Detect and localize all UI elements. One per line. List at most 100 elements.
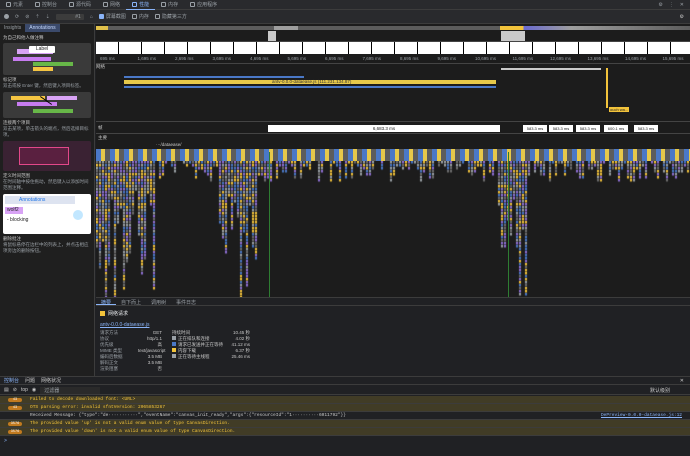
console-prompt-icon[interactable]: > xyxy=(4,438,7,444)
ruler-tick: 10,695 ms xyxy=(475,56,497,61)
tab-network[interactable]: 网络 xyxy=(97,0,126,10)
summary-panel: 摘要 自下而上 调用树 事件日志 网络请求 antv-0.0.0-dataeas… xyxy=(96,297,690,376)
count-badge: 3576 xyxy=(8,430,22,434)
card3-desc: 在时间轴中按住拖动，然后键入以添加时间范围注释。 xyxy=(3,179,89,190)
ruler-tick: 4,695 ms xyxy=(250,56,269,61)
gear-icon[interactable]: ⚙ xyxy=(658,2,662,8)
ruler-tick: 7,695 ms xyxy=(362,56,382,61)
checkbox-icon xyxy=(131,14,137,19)
connect-illustration xyxy=(3,92,91,118)
delete-icon xyxy=(73,210,83,220)
tab-performance[interactable]: 性能 xyxy=(126,0,156,10)
download-button[interactable]: ⇣ xyxy=(46,14,50,20)
frame-segment[interactable]: 600.1 ms xyxy=(604,125,628,132)
memory-toggle[interactable]: 内存 xyxy=(131,13,149,20)
network-track[interactable]: 网络 antv-0.0.0-dataease.js (111.231.134.8… xyxy=(96,64,690,122)
console-row[interactable]: 3576 The provided value 'up' is not a val… xyxy=(0,420,690,428)
tab-console-drawer[interactable]: 控制台 xyxy=(4,377,19,384)
recording-select[interactable]: #1 xyxy=(55,13,84,20)
flame-chart[interactable] xyxy=(96,161,690,311)
tab-application[interactable]: 应用程序 xyxy=(184,0,223,10)
ruler-tick: 5,695 ms xyxy=(287,56,307,61)
memory-icon xyxy=(161,2,167,7)
tab-insights[interactable]: Insights xyxy=(0,24,25,32)
screenshots-toggle[interactable]: 屏幕截图 xyxy=(98,13,126,20)
annotations-list-illustration: Annotations wolf2 - blocking xyxy=(3,194,91,234)
console-row[interactable]: 43 Failed to decode downloaded font: <URL… xyxy=(0,396,690,404)
filter-input[interactable]: 过滤器 xyxy=(40,386,101,394)
tab-summary[interactable]: 摘要 xyxy=(96,298,117,306)
time-ruler: 695 ms 1,695 ms 2,695 ms 3,695 ms 4,695 ms 5,… xyxy=(96,54,690,64)
console-row[interactable]: 43 OTS parsing error: invalid sfntVersion… xyxy=(0,404,690,412)
tab-call-tree[interactable]: 调用树 xyxy=(146,298,171,306)
performance-icon xyxy=(132,1,138,7)
request-file-link[interactable]: antv-0.0.0-dataease.js xyxy=(100,322,149,328)
ruler-tick: 11,695 ms xyxy=(512,56,534,61)
log-level-select[interactable]: 默认级别 xyxy=(650,387,690,394)
application-icon xyxy=(190,2,196,7)
summary-prop-values: GET http/1.1 高 text/javascript 3.5 MB 3.5 MB 否 xyxy=(138,330,166,371)
frame-segment[interactable]: 583.3 ms xyxy=(549,125,573,132)
tab-annotations[interactable]: Annotations xyxy=(25,24,60,32)
card4-desc: 将鼠标悬停在边栏中的列表上，并点击相应项旁边的删除按钮。 xyxy=(3,242,89,253)
count-badge: 43 xyxy=(8,406,22,410)
frames-label: 帧 xyxy=(98,125,103,130)
tab-bottom-up[interactable]: 自下而上 xyxy=(116,298,146,306)
checkbox-icon xyxy=(98,14,104,19)
ruler-tick: 1,695 ms xyxy=(137,56,157,61)
ruler-tick: 12,695 ms xyxy=(550,56,572,61)
count-badge: 3576 xyxy=(8,422,22,426)
network-track-label: 网络 xyxy=(96,64,105,69)
tab-sources[interactable]: 源代码 xyxy=(63,0,97,10)
sidebar-tabs: Insights Annotations xyxy=(0,24,94,32)
more-icon[interactable]: ⋮ xyxy=(669,2,674,8)
tab-memory[interactable]: 内存 xyxy=(155,0,184,10)
source-link[interactable]: DePreview-0.0.0-dataease.js:12 xyxy=(601,412,682,420)
overview-cpu-strip[interactable] xyxy=(96,24,690,42)
task-row[interactable] xyxy=(96,149,690,161)
wifi-icon xyxy=(103,2,109,7)
ruler-tick: 8,695 ms xyxy=(400,56,419,61)
frames-track[interactable]: 帧 6,683.3 ms 583.3 ms 583.3 ms 583.3 ms … xyxy=(96,124,690,134)
sources-icon xyxy=(69,2,75,7)
frame-segment[interactable]: 583.3 ms xyxy=(634,125,658,132)
settings-gear-icon[interactable]: ⚙ xyxy=(680,14,690,20)
console-row[interactable]: Received Message: {"type":"de···········… xyxy=(0,412,690,420)
sidebar-toggle-icon[interactable]: ▤ xyxy=(4,387,9,393)
drawer-tabs: 控制台 问题 网络状况 ✕ xyxy=(0,377,690,385)
summary-prop-keys: 请求方法 协议 优先级 MIME 类型 编码后数据 解码正文 渲染阻塞 xyxy=(100,330,123,371)
reload-button[interactable]: ⟳ xyxy=(15,14,19,20)
record-button[interactable] xyxy=(4,14,9,19)
overview-selection[interactable] xyxy=(96,42,690,54)
frame-main[interactable]: 6,683.3 ms xyxy=(268,125,500,132)
ruler-tick: 14,695 ms xyxy=(625,56,647,61)
card2-desc: 双击某项，单击箭头的端点，然后选择目标项。 xyxy=(3,126,89,137)
sidebar-intro: 为自己和他人做注释 xyxy=(3,35,44,40)
context-select[interactable]: top xyxy=(21,387,28,393)
console-drawer: 控制台 问题 网络状况 ✕ ▤ ⊘ top ◉ 过滤器 默认级别 43 Faile… xyxy=(0,376,690,456)
frame-segment[interactable]: 583.3 ms xyxy=(523,125,547,132)
close-drawer-icon[interactable]: ✕ xyxy=(680,377,690,384)
frame-segment[interactable]: 583.3 ms xyxy=(576,125,600,132)
label-chip: Label xyxy=(29,46,55,53)
eye-icon[interactable]: ◉ xyxy=(32,387,36,393)
console-icon xyxy=(35,2,41,7)
console-toolbar: ▤ ⊘ top ◉ 过滤器 默认级别 xyxy=(0,386,690,395)
summary-timing-keys: 持续时间 正在排队和连接 请求已发送并正在等待 内容下载 正在等待主线程 xyxy=(172,330,223,359)
clear-console-icon[interactable]: ⊘ xyxy=(13,387,17,393)
tab-issues[interactable]: 问题 xyxy=(25,377,35,384)
main-thread-track[interactable]: 主要 ···/dataease/ xyxy=(96,135,690,313)
upload-button[interactable]: ⇡ xyxy=(35,14,39,20)
close-icon[interactable]: ✕ xyxy=(680,2,684,8)
clear-button[interactable]: ⊘ xyxy=(25,14,29,20)
annotations-sidebar: Insights Annotations 为自己和他人做注释 Label 标记项… xyxy=(0,24,95,376)
tab-console[interactable]: 控制台 xyxy=(29,0,63,10)
tab-event-log[interactable]: 事件日志 xyxy=(171,298,201,306)
console-row[interactable]: 3576 The provided value 'down' is not a v… xyxy=(0,428,690,436)
tab-elements[interactable]: 元素 xyxy=(0,0,29,10)
third-party-toggle[interactable]: 隐藏第三方 xyxy=(154,13,187,20)
home-button[interactable]: ⌂ xyxy=(90,14,93,20)
card1-desc: 双击或按 Enter 键，然后键入项目标签。 xyxy=(3,83,84,88)
tab-network-conditions[interactable]: 网络状况 xyxy=(41,377,61,384)
devtools-tab-bar: 元素 控制台 源代码 网络 性能 内存 应用程序 ⚙ ⋮ ✕ xyxy=(0,0,690,10)
